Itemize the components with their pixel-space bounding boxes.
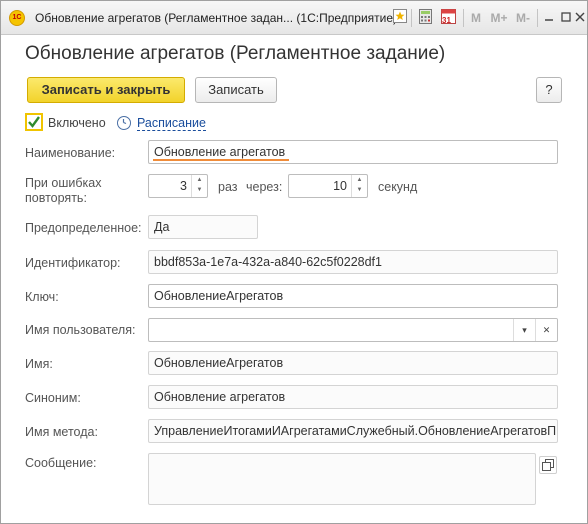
checkmark-icon	[28, 116, 40, 128]
method-label: Имя метода:	[25, 425, 98, 439]
retry-interval-value: 10	[333, 179, 347, 193]
schedule-link[interactable]: Расписание	[137, 116, 206, 131]
memory-mminus-icon[interactable]: M-	[513, 9, 533, 27]
spin-arrows-icon[interactable]: ▲ ▼	[191, 175, 207, 197]
times-label: раз	[218, 180, 238, 194]
favorites-icon[interactable]	[392, 9, 408, 27]
clock-icon	[117, 116, 131, 130]
key-input[interactable]: ОбновлениеАгрегатов	[148, 284, 558, 308]
name-label: Наименование:	[25, 146, 116, 160]
spin-arrows-icon[interactable]: ▲ ▼	[351, 175, 367, 197]
user-name-input[interactable]: ▾ ✕	[148, 318, 558, 342]
retry-interval-input[interactable]: 10 ▲ ▼	[288, 174, 368, 198]
open-message-button[interactable]	[539, 456, 557, 474]
via-label: через:	[246, 180, 283, 194]
open-window-icon	[542, 459, 554, 471]
enabled-label: Включено	[48, 116, 106, 130]
retry-label: При ошибках повторять:	[25, 176, 125, 206]
form-window: 1С Обновление агрегатов (Регламентное за…	[0, 0, 588, 524]
page-title: Обновление агрегатов (Регламентное задан…	[25, 43, 446, 64]
seconds-label: секунд	[378, 180, 418, 194]
identifier-field: bbdf853a-1e7a-432a-a840-62c5f0228df1	[148, 250, 558, 274]
name-field-label: Имя:	[25, 357, 53, 371]
window-title: Обновление агрегатов (Регламентное задан…	[35, 11, 398, 25]
memory-mplus-icon[interactable]: M+	[488, 9, 510, 27]
save-and-close-button[interactable]: Записать и закрыть	[27, 77, 185, 103]
retry-label-text: При ошибках повторять:	[25, 176, 102, 205]
title-bar[interactable]: 1С Обновление агрегатов (Регламентное за…	[1, 1, 587, 35]
synonym-field: Обновление агрегатов	[148, 385, 558, 409]
memory-m-icon[interactable]: M	[469, 9, 483, 27]
method-field: УправлениеИтогамиИАгрегатамиСлужебный.Об…	[148, 419, 558, 443]
identifier-label: Идентификатор:	[25, 256, 121, 270]
predefined-field: Да	[148, 215, 258, 239]
name-field: ОбновлениеАгрегатов	[148, 351, 558, 375]
clear-icon[interactable]: ✕	[535, 319, 557, 341]
toolbar-separator	[463, 9, 464, 27]
predefined-label: Предопределенное:	[25, 221, 142, 235]
user-name-label: Имя пользователя:	[25, 323, 136, 337]
calculator-icon[interactable]	[417, 9, 433, 27]
minimize-icon[interactable]	[542, 9, 556, 27]
save-button[interactable]: Записать	[195, 77, 277, 103]
synonym-label: Синоним:	[25, 391, 81, 405]
app-logo-icon[interactable]: 1С	[9, 10, 25, 26]
calendar-icon[interactable]: 31	[439, 9, 457, 27]
retry-count-value: 3	[180, 179, 187, 193]
maximize-icon[interactable]	[559, 9, 573, 27]
calendar-day-label: 31	[442, 16, 451, 25]
close-icon[interactable]	[574, 9, 586, 27]
chevron-down-icon[interactable]: ▾	[513, 319, 535, 341]
toolbar-separator	[537, 9, 538, 27]
retry-count-input[interactable]: 3 ▲ ▼	[148, 174, 208, 198]
user-name-value	[149, 323, 154, 337]
key-label: Ключ:	[25, 290, 59, 304]
help-button[interactable]: ?	[536, 77, 562, 103]
message-textarea[interactable]	[148, 453, 536, 505]
toolbar-separator	[411, 9, 412, 27]
message-label: Сообщение:	[25, 456, 97, 470]
input-focus-underline	[153, 159, 289, 161]
enabled-checkbox[interactable]	[25, 113, 43, 131]
